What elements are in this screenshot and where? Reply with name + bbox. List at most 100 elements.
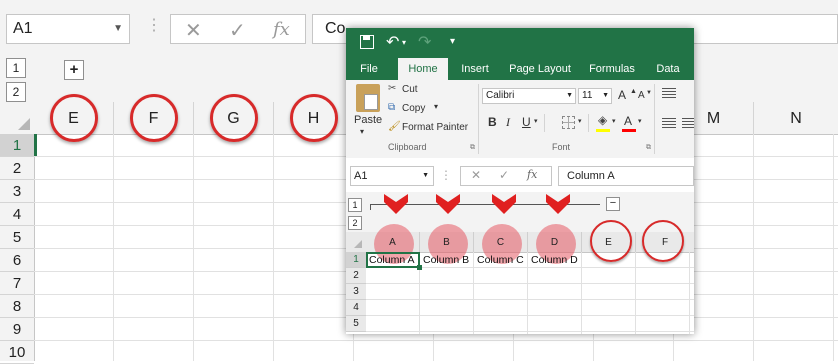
undo-icon[interactable]: ↶ — [386, 32, 399, 52]
tab-page-layout[interactable]: Page Layout — [504, 58, 576, 80]
divider — [478, 84, 479, 154]
font-size-select[interactable]: 11 ▼ — [578, 88, 612, 104]
row-header-3[interactable]: 3 — [346, 284, 366, 300]
column-header-c[interactable]: C — [474, 232, 528, 252]
chevron-down-icon[interactable]: ▾ — [534, 117, 538, 125]
chevron-down-icon[interactable]: ▾ — [578, 117, 582, 125]
chevron-down-icon[interactable]: ▼ — [113, 15, 123, 43]
copy-icon[interactable]: ⧉ — [388, 102, 395, 113]
cell-c1[interactable]: Column C — [477, 252, 524, 268]
caret-down-icon: ▼ — [646, 90, 652, 96]
row-header-1[interactable]: 1 — [346, 252, 366, 268]
font-family-select[interactable]: Calibri ▼ — [482, 88, 576, 104]
grow-font-button[interactable]: A — [618, 88, 626, 102]
bold-button[interactable]: B — [488, 115, 497, 129]
row-header-9[interactable]: 9 — [0, 318, 34, 341]
cell-a1[interactable]: Column A — [369, 252, 415, 268]
font-color-button[interactable]: A — [624, 114, 632, 128]
column-header-a[interactable]: A — [366, 232, 420, 252]
row-header-8[interactable]: 8 — [0, 295, 34, 318]
fx-icon[interactable]: fx — [527, 168, 537, 182]
clipboard-group-label: Clipboard — [388, 142, 427, 152]
tab-home[interactable]: Home — [398, 58, 448, 80]
align-center-icon[interactable] — [682, 118, 694, 128]
row-header-2[interactable]: 2 — [346, 268, 366, 284]
chevron-down-icon[interactable]: ▾ — [612, 117, 616, 125]
enter-icon[interactable]: ✓ — [499, 168, 509, 182]
format-painter-button[interactable]: Format Painter — [402, 122, 468, 133]
underline-button[interactable]: U — [522, 115, 531, 129]
row-header-4[interactable]: 4 — [346, 300, 366, 316]
enter-icon[interactable]: ✓ — [229, 18, 246, 43]
chevron-down-icon[interactable]: ▼ — [602, 89, 609, 103]
cell-d1[interactable]: Column D — [531, 252, 578, 268]
fx-icon[interactable]: fx — [273, 19, 290, 40]
align-left-icon[interactable] — [662, 118, 676, 128]
row-header-2[interactable]: 2 — [0, 157, 34, 180]
name-box[interactable]: A1 ▼ — [6, 14, 130, 44]
row-header-3[interactable]: 3 — [0, 180, 34, 203]
dialog-launcher-icon[interactable]: ⧉ — [470, 144, 475, 152]
save-icon[interactable] — [360, 35, 374, 49]
arrow-down-icon — [492, 194, 516, 214]
cell-b1[interactable]: Column B — [423, 252, 469, 268]
tab-formulas[interactable]: Formulas — [584, 58, 640, 80]
cancel-icon[interactable]: ✕ — [185, 18, 202, 43]
row-header-5[interactable]: 5 — [346, 316, 366, 332]
active-cell-indicator — [34, 134, 37, 156]
copy-button[interactable]: Copy — [402, 103, 425, 114]
chevron-down-icon[interactable]: ▾ — [360, 127, 364, 136]
chevron-down-icon[interactable]: ▾ — [402, 38, 406, 47]
fill-handle[interactable] — [417, 265, 422, 270]
annotation-circle — [130, 94, 178, 142]
fill-color-icon[interactable]: ◈ — [598, 113, 607, 127]
cancel-icon[interactable]: ✕ — [471, 168, 481, 182]
column-header-d[interactable]: D — [528, 232, 582, 252]
name-box-value: A1 — [354, 170, 368, 182]
shrink-font-button[interactable]: A — [638, 90, 645, 101]
expand-group-button[interactable]: + — [64, 60, 84, 80]
tab-insert[interactable]: Insert — [454, 58, 496, 80]
cut-button[interactable]: Cut — [402, 84, 418, 95]
tab-data[interactable]: Data — [650, 58, 686, 80]
drag-handle-icon[interactable]: ⋮ — [146, 18, 162, 34]
excel-window: ↶ ▾ ↷ ▾ File Home Insert Page Layout For… — [346, 28, 694, 334]
format-painter-icon[interactable]: 🖌 — [388, 121, 401, 132]
redo-icon[interactable]: ↷ — [418, 32, 431, 52]
dialog-launcher-icon[interactable]: ⧉ — [646, 144, 651, 152]
outline-level-1-button[interactable]: 1 — [6, 58, 26, 78]
cut-icon[interactable]: ✂ — [388, 83, 396, 94]
select-all-icon[interactable] — [354, 240, 362, 248]
chevron-down-icon[interactable]: ▼ — [422, 167, 429, 185]
chevron-down-icon[interactable]: ▼ — [566, 89, 573, 103]
paste-button[interactable]: Paste — [354, 114, 382, 126]
align-top-icon[interactable] — [662, 88, 676, 98]
formula-input[interactable]: Column A — [558, 166, 694, 186]
column-header-b[interactable]: B — [420, 232, 474, 252]
paste-icon[interactable] — [356, 84, 380, 112]
customize-toolbar-icon[interactable]: ▾ — [450, 36, 455, 47]
outline-level-2-button[interactable]: 2 — [6, 82, 26, 102]
outline-level-1-button[interactable]: 1 — [348, 198, 362, 212]
borders-icon[interactable] — [562, 116, 575, 129]
font-color-swatch — [622, 129, 636, 132]
row-header-5[interactable]: 5 — [0, 226, 34, 249]
row-header-7[interactable]: 7 — [0, 272, 34, 295]
drag-handle-icon[interactable]: ⋮ — [440, 168, 452, 182]
font-family-value: Calibri — [486, 90, 515, 101]
italic-button[interactable]: I — [506, 115, 510, 130]
row-header-6[interactable]: 6 — [0, 249, 34, 272]
chevron-down-icon[interactable]: ▾ — [638, 117, 642, 125]
name-box[interactable]: A1 ▼ — [350, 166, 434, 186]
tab-file[interactable]: File — [354, 58, 384, 80]
row-header-1[interactable]: 1 — [0, 134, 34, 157]
column-header-n[interactable]: N — [754, 102, 838, 134]
annotation-circle — [50, 94, 98, 142]
divider — [588, 114, 589, 132]
collapse-group-button[interactable]: − — [606, 197, 620, 211]
select-all-icon[interactable] — [18, 118, 30, 130]
outline-level-2-button[interactable]: 2 — [348, 216, 362, 230]
chevron-down-icon[interactable]: ▾ — [434, 102, 438, 111]
row-header-4[interactable]: 4 — [0, 203, 34, 226]
arrow-down-icon — [436, 194, 460, 214]
